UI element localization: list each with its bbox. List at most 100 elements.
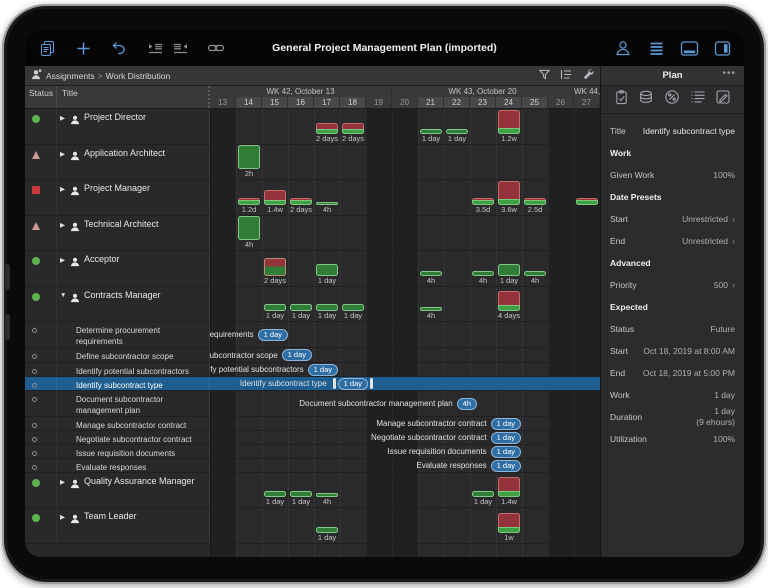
disclosure-triangle[interactable]: ▶: [60, 114, 70, 122]
resource-row[interactable]: ▶Application Architect2h: [25, 145, 600, 180]
collaboration-icon[interactable]: [613, 38, 633, 58]
status-cell: [25, 145, 57, 179]
disclosure-triangle[interactable]: ▶: [60, 478, 70, 486]
indent-icon[interactable]: [145, 38, 165, 58]
task-row[interactable]: Issue requisition documentsIssue requisi…: [25, 445, 600, 459]
more-options-icon[interactable]: •••: [722, 68, 736, 79]
duration-pill[interactable]: 4h: [457, 398, 477, 410]
workload-bar[interactable]: [498, 513, 520, 533]
duration-pill[interactable]: 1 day: [491, 418, 521, 430]
duration-pill[interactable]: 1 day: [491, 446, 521, 458]
task-row[interactable]: Define subcontractor scopeDefine subcont…: [25, 348, 600, 363]
disclosure-triangle[interactable]: ▶: [60, 256, 70, 264]
workload-bar[interactable]: [316, 304, 338, 311]
duration-pill[interactable]: 1 day: [338, 378, 368, 390]
workload-bar[interactable]: [290, 198, 312, 205]
completion-inspector-icon[interactable]: [664, 89, 680, 110]
undo-icon[interactable]: [109, 38, 129, 58]
gantt-task-label: Manage subcontractor contract: [376, 419, 486, 428]
task-row[interactable]: Document subcontractor management planDo…: [25, 391, 600, 417]
title-cell: ▶Project Manager: [57, 180, 210, 215]
workload-bar[interactable]: [498, 477, 520, 497]
resource-title: Acceptor: [84, 254, 120, 265]
workload-bar[interactable]: [316, 123, 338, 134]
inspector-fields: TitleIdentify subcontract typeWorkGiven …: [601, 114, 744, 450]
resource-row[interactable]: ▶Technical Architect4h: [25, 216, 600, 251]
duration-pill[interactable]: 1 day: [258, 329, 288, 341]
gantt-cell: Negotiate subcontractor contract 1 day: [210, 431, 600, 444]
workload-bar[interactable]: [342, 304, 364, 311]
workload-bar[interactable]: [524, 198, 546, 205]
resource-row[interactable]: ▶Quality Assurance Manager1 day1 day4h1 …: [25, 473, 600, 508]
status-open-icon: [32, 437, 37, 442]
workload-bar[interactable]: [290, 304, 312, 311]
duration-pill[interactable]: 1 day: [491, 460, 521, 472]
documents-icon[interactable]: [37, 38, 57, 58]
resource-row[interactable]: ▶Team Leader1 day1w: [25, 508, 600, 544]
resource-row[interactable]: ▶Acceptor2 days1 day4h4h1 day4h: [25, 251, 600, 287]
inspector-field[interactable]: Priority500›: [610, 274, 735, 296]
workload-bar[interactable]: [498, 181, 520, 205]
duration-pill[interactable]: 1 day: [282, 349, 312, 361]
show-bottom-panel-icon[interactable]: [679, 38, 699, 58]
workload-bar[interactable]: [264, 190, 286, 205]
workload-bar[interactable]: [238, 216, 260, 240]
gantt-cell: 2 days2 days1 day1 day1.2w: [210, 109, 600, 144]
workload-bar[interactable]: [576, 198, 598, 205]
task-row[interactable]: Identify subcontract typeIdentify subcon…: [25, 377, 600, 391]
task-inspector-icon[interactable]: [614, 89, 629, 110]
field-value: Unrestricted: [682, 236, 728, 247]
workload-bar[interactable]: [342, 123, 364, 134]
task-row[interactable]: Manage subcontractor contractManage subc…: [25, 417, 600, 431]
styles-inspector-icon[interactable]: [715, 89, 731, 110]
title-cell: ▶Technical Architect: [57, 216, 210, 250]
title-cell: Document subcontractor management plan: [57, 391, 210, 416]
disclosure-triangle[interactable]: ▶: [60, 185, 70, 193]
disclosure-triangle[interactable]: ▼: [60, 292, 70, 299]
workload-bar[interactable]: [316, 264, 338, 276]
workload-bar[interactable]: [498, 264, 520, 276]
workload-bar[interactable]: [264, 258, 286, 276]
notes-inspector-icon[interactable]: [690, 90, 706, 109]
inspector-field[interactable]: TitleIdentify subcontract type: [610, 120, 735, 142]
workload-bar[interactable]: [264, 304, 286, 311]
tools-icon[interactable]: [582, 67, 594, 85]
show-inspector-icon[interactable]: [712, 38, 732, 58]
inspector-field[interactable]: StartUnrestricted›: [610, 208, 735, 230]
filter-icon[interactable]: [539, 67, 550, 85]
breadcrumb-section[interactable]: Assignments: [46, 71, 95, 81]
workload-bar[interactable]: [472, 198, 494, 205]
drag-handle-left[interactable]: [333, 378, 336, 389]
workload-bar[interactable]: [498, 291, 520, 311]
resource-row[interactable]: ▶Project Director2 days2 days1 day1 day1…: [25, 109, 600, 145]
drag-handle-right[interactable]: [370, 378, 373, 389]
add-icon[interactable]: [73, 38, 93, 58]
workload-bar[interactable]: [238, 145, 260, 169]
workload-bar[interactable]: [238, 198, 260, 205]
outdent-icon[interactable]: [170, 38, 190, 58]
duration-pill[interactable]: 1 day: [491, 432, 521, 444]
view-list-icon[interactable]: [560, 67, 572, 85]
inspector-field[interactable]: Given Work100%: [610, 164, 735, 186]
gantt-task-label: Issue requisition documents: [387, 447, 486, 456]
disclosure-triangle[interactable]: ▶: [60, 150, 70, 158]
workload-bar[interactable]: [498, 110, 520, 134]
inspector-field[interactable]: EndUnrestricted›: [610, 230, 735, 252]
task-row[interactable]: Determine procurement requirementsDeterm…: [25, 322, 600, 348]
resource-row[interactable]: ▶Project Manager1.2d1.4w2 days4h3.5d3.6w…: [25, 180, 600, 216]
task-row[interactable]: Evaluate responsesEvaluate responses1 da…: [25, 459, 600, 473]
breadcrumb-view[interactable]: Work Distribution: [106, 71, 171, 81]
costs-inspector-icon[interactable]: [638, 89, 654, 110]
duration-pill[interactable]: 1 day: [308, 364, 338, 376]
disclosure-triangle[interactable]: ▶: [60, 221, 70, 229]
status-open-icon: [32, 423, 37, 428]
task-row[interactable]: Negotiate subcontractor contractNegotiat…: [25, 431, 600, 445]
task-row[interactable]: Identify potential subcontractorsIdentif…: [25, 363, 600, 377]
title-cell: Evaluate responses: [57, 459, 210, 472]
gantt-task-label: Negotiate subcontractor contract: [371, 433, 487, 442]
title-cell: Identify potential subcontractors: [57, 363, 210, 376]
link-icon[interactable]: [206, 38, 226, 58]
view-options-icon[interactable]: [646, 38, 666, 58]
disclosure-triangle[interactable]: ▶: [60, 513, 70, 521]
resource-row[interactable]: ▼Contracts Manager1 day1 day1 day1 day4h…: [25, 287, 600, 322]
